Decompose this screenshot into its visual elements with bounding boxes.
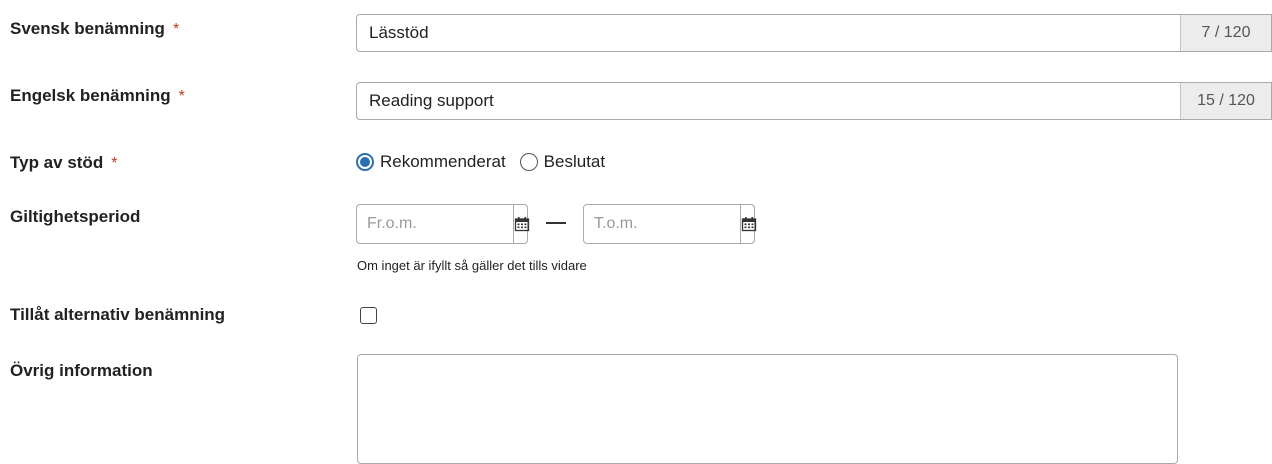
radio-decided-label[interactable]: Beslutat xyxy=(544,152,605,172)
english-name-label-text: Engelsk benämning xyxy=(10,86,171,105)
radio-recommended[interactable] xyxy=(356,153,374,171)
date-to-input[interactable] xyxy=(584,205,740,243)
english-name-input[interactable] xyxy=(357,83,1180,119)
allow-alt-name-label-text: Tillåt alternativ benämning xyxy=(10,305,226,324)
date-to-calendar-button[interactable] xyxy=(740,205,757,243)
date-to-group xyxy=(583,204,757,244)
swedish-name-input[interactable] xyxy=(357,15,1180,51)
required-marker: * xyxy=(172,21,180,38)
required-marker: * xyxy=(178,88,185,105)
swedish-name-char-counter: 7 / 120 xyxy=(1180,15,1271,51)
date-range-separator xyxy=(546,222,566,224)
english-name-label: Engelsk benämning * xyxy=(10,86,185,106)
validity-period-hint: Om inget är ifyllt så gäller det tills v… xyxy=(357,258,587,273)
swedish-name-label-text: Svensk benämning xyxy=(10,19,165,38)
date-from-input[interactable] xyxy=(357,205,513,243)
allow-alt-name-checkbox[interactable] xyxy=(360,307,377,324)
radio-recommended-label[interactable]: Rekommenderat xyxy=(380,152,506,172)
radio-decided[interactable] xyxy=(519,153,538,171)
validity-period-label: Giltighetsperiod xyxy=(10,207,140,227)
calendar-icon xyxy=(514,217,530,232)
support-type-label: Typ av stöd * xyxy=(10,153,117,173)
calendar-icon xyxy=(741,217,757,232)
date-from-calendar-button[interactable] xyxy=(513,205,530,243)
date-from-group xyxy=(356,204,530,244)
allow-alt-name-label: Tillåt alternativ benämning xyxy=(10,305,225,325)
swedish-name-field: 7 / 120 xyxy=(356,14,1272,52)
support-type-label-text: Typ av stöd xyxy=(10,153,104,172)
required-marker: * xyxy=(111,155,118,172)
support-type-radio-group: Rekommenderat Beslutat xyxy=(356,152,619,172)
swedish-name-label: Svensk benämning * xyxy=(10,19,179,39)
other-info-label: Övrig information xyxy=(10,361,153,381)
english-name-char-counter: 15 / 120 xyxy=(1180,83,1271,119)
other-info-label-text: Övrig information xyxy=(10,361,153,380)
other-info-textarea[interactable] xyxy=(357,354,1178,464)
english-name-field: 15 / 120 xyxy=(356,82,1272,120)
validity-period-label-text: Giltighetsperiod xyxy=(10,207,141,226)
